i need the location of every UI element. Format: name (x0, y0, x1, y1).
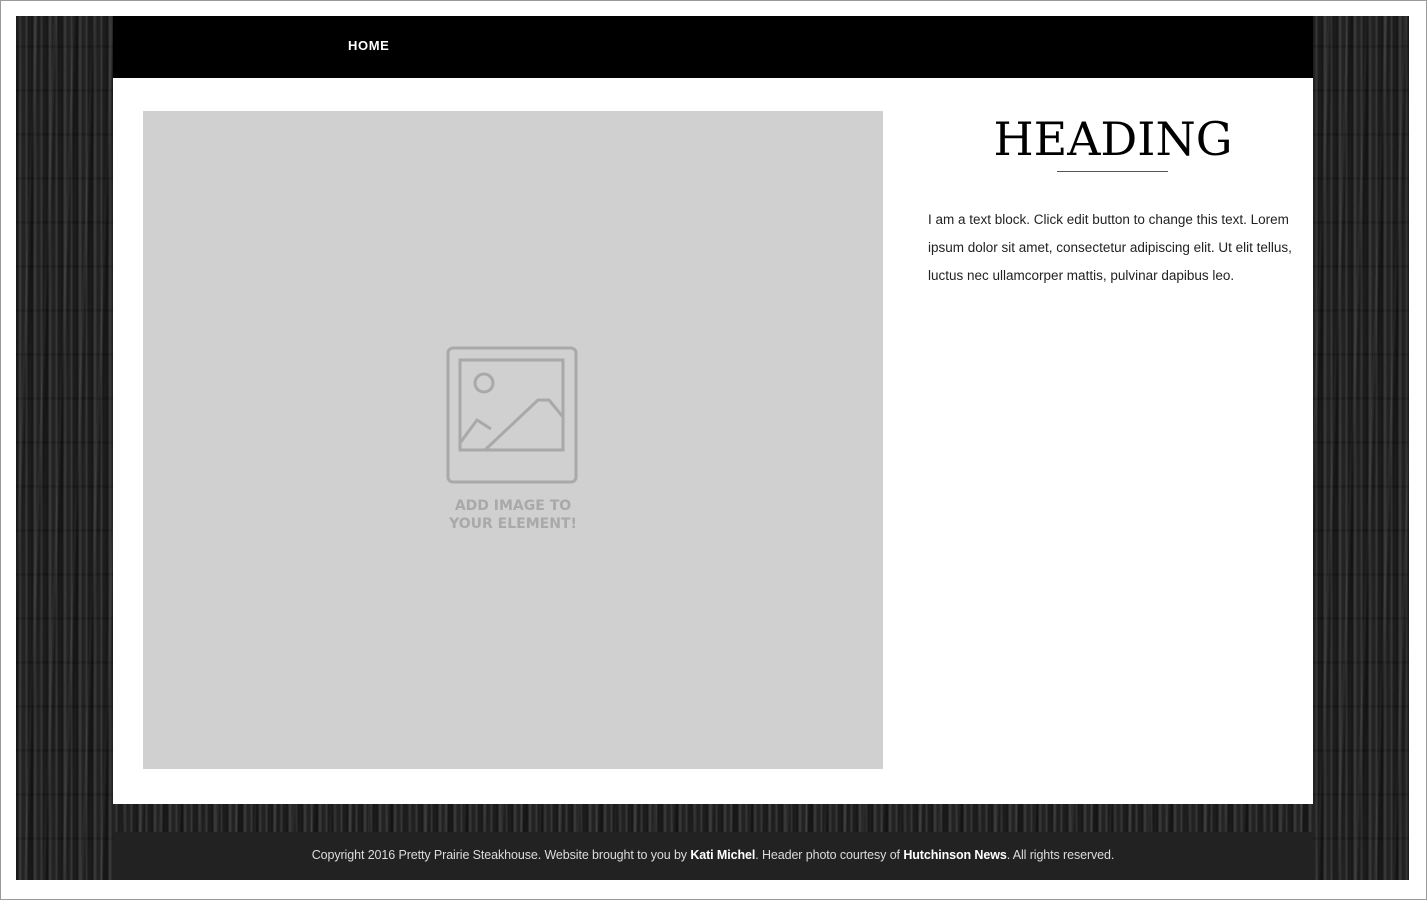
footer-text-copyright: Copyright 2016 Pretty Prairie Steakhouse… (311, 848, 691, 862)
heading-divider (1057, 171, 1168, 172)
placeholder-label: ADD IMAGE TO YOUR ELEMENT! (449, 498, 577, 532)
content-panel: ADD IMAGE TO YOUR ELEMENT! HEADING I am … (113, 78, 1313, 804)
nav-item-home[interactable]: HOME (348, 38, 389, 53)
image-placeholder[interactable]: ADD IMAGE TO YOUR ELEMENT! (143, 111, 883, 769)
image-placeholder-icon (446, 346, 578, 484)
footer-link-author[interactable]: Kati Michel (690, 848, 755, 862)
footer-text-rights: . All rights reserved. (1006, 848, 1115, 862)
section-heading: HEADING (993, 112, 1233, 166)
footer-link-source[interactable]: Hutchinson News (903, 848, 1006, 862)
footer-text-photo: . Header photo courtesy of (755, 848, 904, 862)
text-block: I am a text block. Click edit button to … (928, 212, 1292, 283)
nav-bar: HOME (113, 16, 1313, 78)
footer: Copyright 2016 Pretty Prairie Steakhouse… (113, 832, 1313, 880)
